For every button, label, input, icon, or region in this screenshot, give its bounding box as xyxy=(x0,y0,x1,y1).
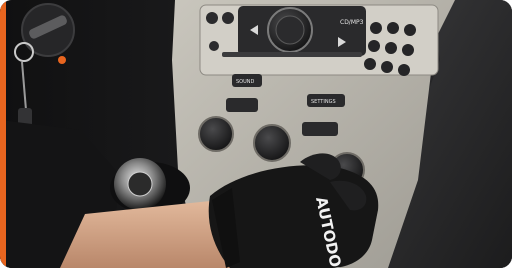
fan-speed-knob[interactable] xyxy=(198,116,234,152)
accent-bar xyxy=(0,0,6,268)
climate-button[interactable] xyxy=(226,98,258,112)
radio-button[interactable] xyxy=(222,12,234,24)
defrost-button[interactable] xyxy=(302,122,338,136)
keypad-button[interactable] xyxy=(370,22,382,34)
car-interior-photo: CD/MP3 SOUND SETTINGS AUTODOC xyxy=(0,0,512,268)
keypad-button[interactable] xyxy=(398,64,410,76)
keypad-button[interactable] xyxy=(364,58,376,70)
photo-frame: CD/MP3 SOUND SETTINGS AUTODOC xyxy=(0,0,512,268)
keypad-button[interactable] xyxy=(402,44,414,56)
settings-button-label: SETTINGS xyxy=(311,99,336,105)
keypad-button[interactable] xyxy=(404,24,416,36)
keypad-button[interactable] xyxy=(368,40,380,52)
cd-slot xyxy=(222,52,362,57)
radio-keypad xyxy=(364,22,416,76)
sound-button-label: SOUND xyxy=(236,79,255,85)
radio-button[interactable] xyxy=(209,41,219,51)
keypad-button[interactable] xyxy=(381,61,393,73)
keypad-button[interactable] xyxy=(387,22,399,34)
ignition-light-icon xyxy=(58,56,66,64)
radio-button[interactable] xyxy=(206,12,218,24)
keypad-button[interactable] xyxy=(385,42,397,54)
air-distribution-knob[interactable] xyxy=(253,124,291,162)
cd-mp3-label: CD/MP3 xyxy=(340,19,364,26)
radio-unit: CD/MP3 xyxy=(199,4,439,76)
